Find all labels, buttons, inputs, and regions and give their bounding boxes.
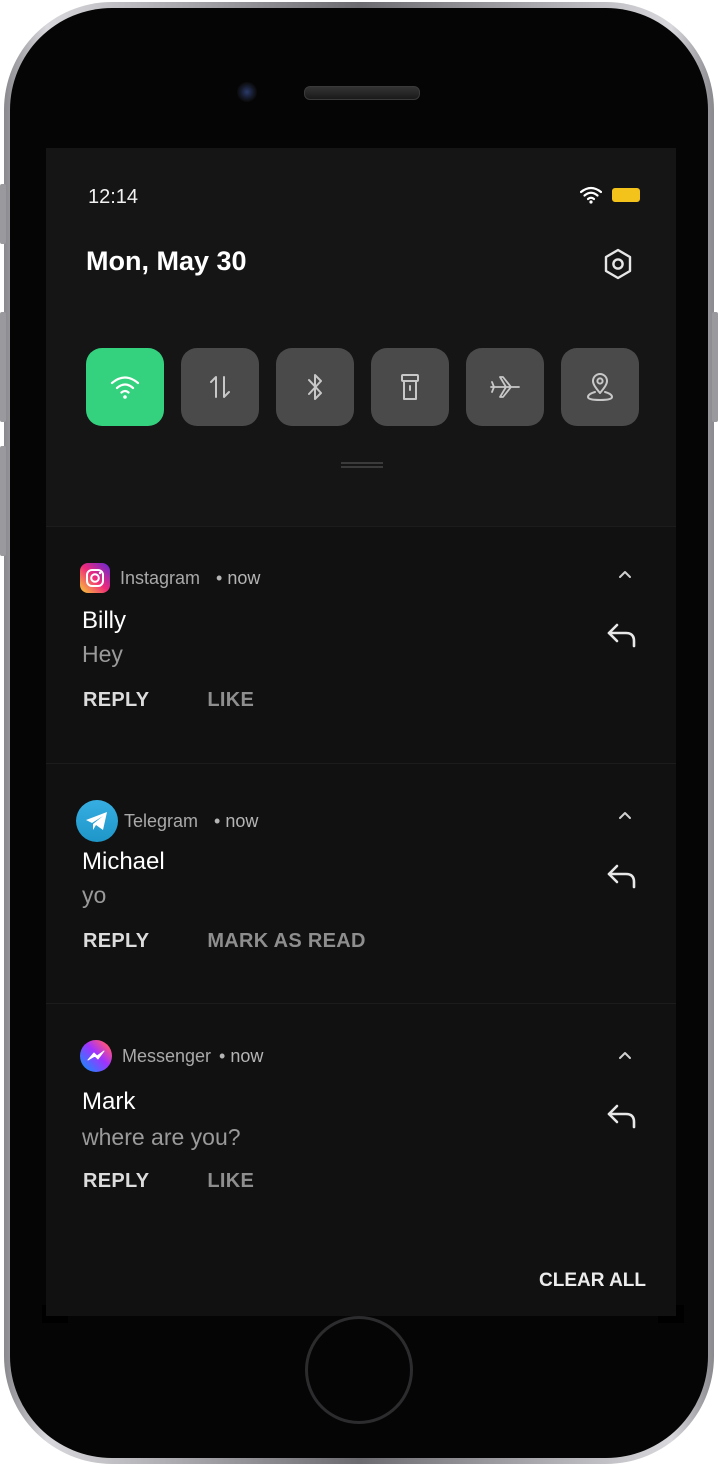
earpiece-speaker xyxy=(304,86,420,100)
drag-handle[interactable] xyxy=(341,462,383,468)
bluetooth-icon xyxy=(308,374,322,400)
front-camera xyxy=(237,82,257,102)
bluetooth-toggle[interactable] xyxy=(276,348,354,426)
message-preview: yo xyxy=(82,882,107,908)
notification-actions: REPLY LIKE xyxy=(83,1170,254,1193)
notification-header: Instagram • now xyxy=(80,563,260,593)
collapse-chevron-icon[interactable] xyxy=(618,808,632,822)
collapse-chevron-icon[interactable] xyxy=(618,1048,632,1062)
airplane-mode-toggle[interactable] xyxy=(466,348,544,426)
notification-actions: REPLY LIKE xyxy=(83,689,254,712)
app-name: Telegram xyxy=(124,810,199,831)
notification-time: • now xyxy=(219,1045,264,1066)
instagram-icon xyxy=(80,563,110,593)
flashlight-toggle[interactable] xyxy=(371,348,449,426)
telegram-icon xyxy=(76,800,118,842)
notification-actions: REPLY MARK AS READ xyxy=(83,930,366,953)
like-button[interactable]: LIKE xyxy=(207,689,254,712)
reply-icon[interactable] xyxy=(606,1102,638,1130)
wifi-icon xyxy=(110,376,140,399)
volume-down-button xyxy=(0,446,6,556)
notification-header: Messenger • now xyxy=(80,1040,263,1072)
messenger-icon xyxy=(80,1040,112,1072)
wifi-toggle[interactable] xyxy=(86,348,164,426)
reply-button[interactable]: REPLY xyxy=(83,930,149,953)
notification-shade: 12:14 Mon, May 30 Instagram • now Billy … xyxy=(46,148,676,1316)
reply-button[interactable]: REPLY xyxy=(83,1170,149,1193)
message-preview: Hey xyxy=(82,641,123,667)
sender-name: Michael xyxy=(82,848,165,875)
battery-icon xyxy=(612,188,640,202)
settings-gear-icon[interactable] xyxy=(602,248,634,280)
home-button[interactable] xyxy=(305,1316,413,1424)
reply-icon[interactable] xyxy=(606,862,638,890)
notification-card[interactable]: Telegram • now Michael yo REPLY MARK AS … xyxy=(46,763,676,1000)
location-pin-icon xyxy=(586,373,614,402)
like-button[interactable]: LIKE xyxy=(207,1170,254,1193)
mobile-data-arrows-icon xyxy=(210,376,230,398)
sender-name: Billy xyxy=(82,607,127,634)
mark-as-read-button[interactable]: MARK AS READ xyxy=(207,930,365,953)
clear-all-button[interactable]: CLEAR ALL xyxy=(539,1270,646,1292)
power-button xyxy=(712,312,718,422)
mute-switch xyxy=(0,184,6,244)
notification-card[interactable]: Instagram • now Billy Hey REPLY LIKE xyxy=(46,526,676,763)
notification-header: Telegram • now xyxy=(76,800,258,842)
flashlight-icon xyxy=(401,374,419,400)
location-toggle[interactable] xyxy=(561,348,639,426)
app-name: Messenger xyxy=(122,1045,212,1066)
message-preview: where are you? xyxy=(82,1124,241,1150)
mobile-data-toggle[interactable] xyxy=(181,348,259,426)
status-icons xyxy=(580,186,640,204)
reply-icon[interactable] xyxy=(606,621,638,649)
notification-time: • now xyxy=(216,567,261,588)
notification-time: • now xyxy=(214,810,259,831)
reply-button[interactable]: REPLY xyxy=(83,689,149,712)
collapse-chevron-icon[interactable] xyxy=(618,567,632,581)
airplane-icon xyxy=(490,376,520,398)
sender-name: Mark xyxy=(82,1088,136,1115)
volume-up-button xyxy=(0,312,6,422)
date-label: Mon, May 30 xyxy=(86,246,247,276)
wifi-signal-icon xyxy=(580,186,602,204)
notification-card[interactable]: Messenger • now Mark where are you? REPL… xyxy=(46,1003,676,1240)
quick-settings-panel: 12:14 Mon, May 30 xyxy=(46,148,676,526)
status-time: 12:14 xyxy=(88,186,139,208)
app-name: Instagram xyxy=(120,567,201,588)
quick-settings-row xyxy=(86,348,639,426)
